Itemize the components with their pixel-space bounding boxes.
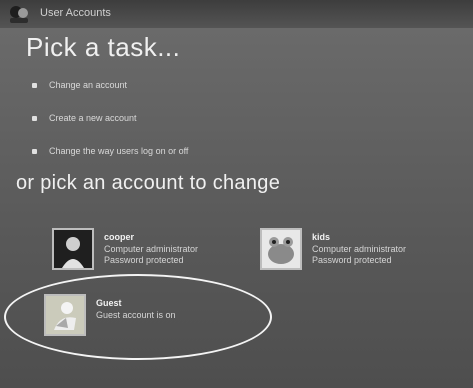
pick-account-heading: or pick an account to change (16, 172, 281, 194)
frog-icon (262, 230, 300, 268)
task-label: Change an account (49, 80, 128, 90)
user-photo-icon (54, 230, 92, 268)
account-cooper[interactable]: cooper Computer administrator Password p… (52, 228, 198, 270)
bullet-icon (32, 115, 37, 121)
account-picture (260, 228, 302, 270)
title-bar: User Accounts (0, 0, 473, 28)
account-type: Computer administrator (104, 244, 199, 254)
task-create-account[interactable]: Create a new account (32, 111, 188, 125)
highlight-ellipse (4, 274, 272, 360)
task-change-account[interactable]: Change an account (32, 78, 188, 92)
account-name: cooper (104, 232, 135, 242)
pick-task-heading: Pick a task... (26, 32, 181, 62)
task-list: Change an account Create a new account C… (32, 78, 188, 177)
account-picture (52, 228, 94, 270)
account-password-status: Password protected (312, 255, 392, 265)
task-change-logon[interactable]: Change the way users log on or off (32, 144, 188, 158)
account-kids[interactable]: kids Computer administrator Password pro… (260, 228, 406, 270)
account-password-status: Password protected (104, 255, 184, 265)
bullet-icon (32, 148, 37, 154)
account-name: kids (312, 232, 331, 242)
task-label: Change the way users log on or off (49, 146, 189, 156)
user-accounts-icon (10, 6, 28, 23)
task-label: Create a new account (49, 113, 137, 123)
window-title: User Accounts (40, 7, 111, 19)
bullet-icon (32, 82, 37, 88)
account-type: Computer administrator (312, 244, 407, 254)
